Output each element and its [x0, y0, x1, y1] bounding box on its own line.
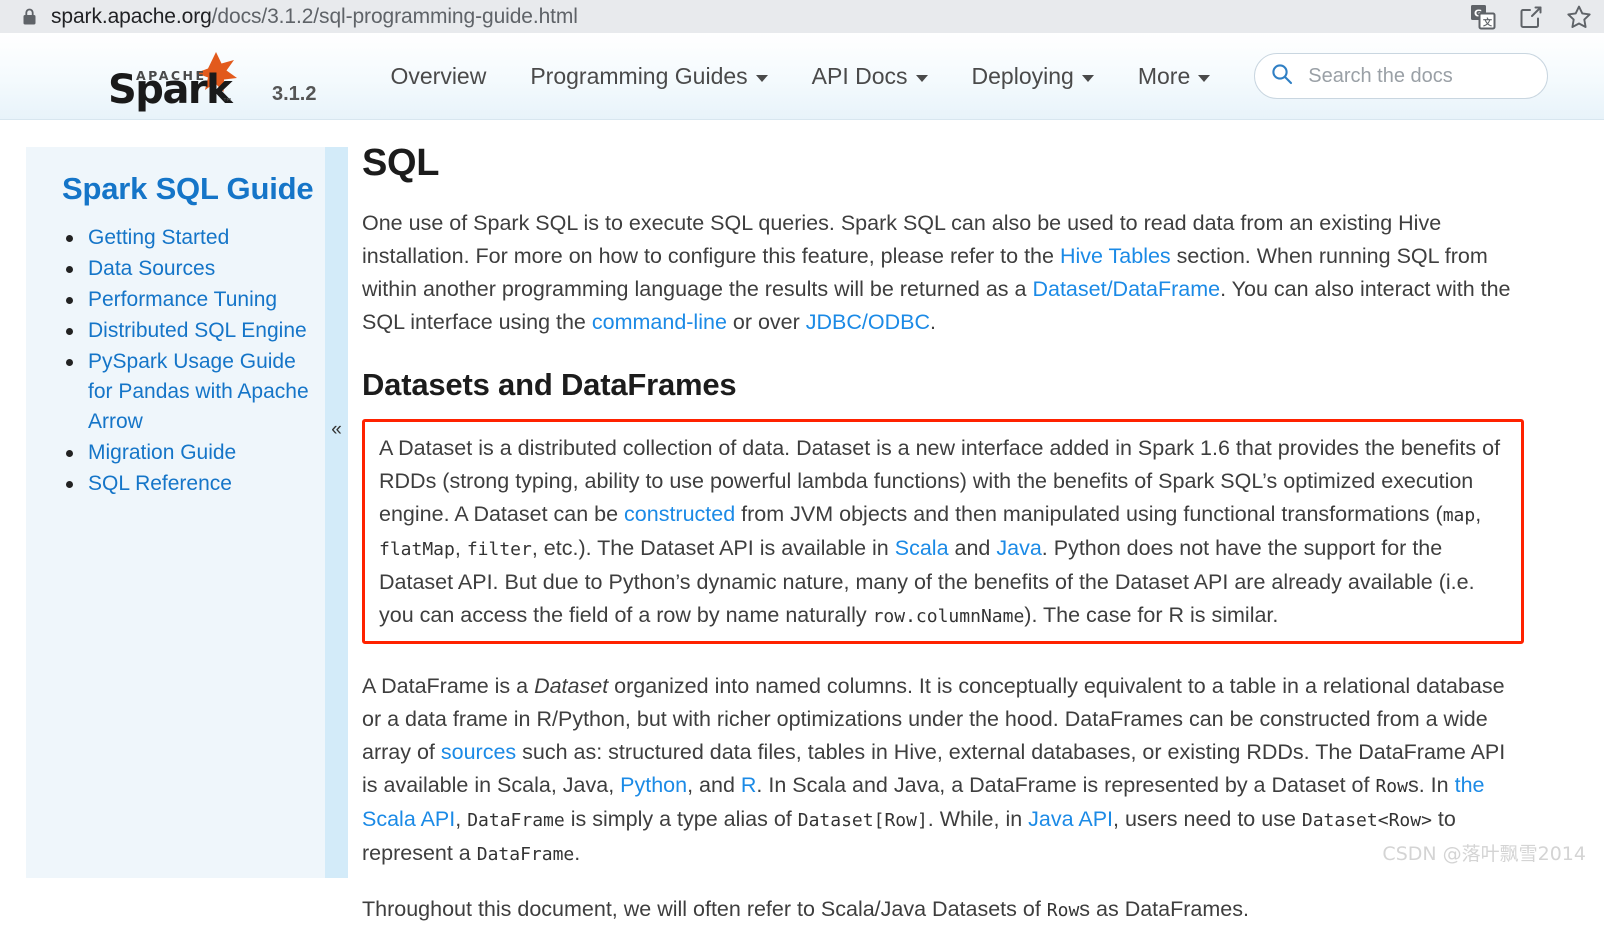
- nav-item-programming-guides[interactable]: Programming Guides: [508, 63, 789, 90]
- text-fragment: s. In: [1407, 773, 1455, 797]
- text-fragment: A DataFrame is a: [362, 674, 535, 698]
- url-path: /docs/3.1.2/sql-programming-guide.html: [211, 4, 578, 28]
- code-row: Row: [1375, 776, 1408, 797]
- share-icon[interactable]: [1518, 4, 1544, 30]
- navbar-links: Overview Programming Guides API Docs Dep…: [368, 53, 1549, 99]
- svg-text:文: 文: [1482, 16, 1493, 28]
- nav-item-deploying[interactable]: Deploying: [950, 63, 1116, 90]
- sidebar-item-migration-guide[interactable]: Migration Guide: [66, 438, 324, 468]
- page-body: Spark SQL Guide Getting Started Data Sou…: [0, 120, 1604, 921]
- nav-item-label: Overview: [390, 62, 487, 89]
- callout-paragraph: A Dataset is a distributed collection of…: [379, 432, 1507, 633]
- lock-icon: [22, 8, 37, 26]
- link-jdbc-odbc[interactable]: JDBC/ODBC: [806, 310, 930, 334]
- highlighted-callout-box: A Dataset is a distributed collection of…: [362, 419, 1524, 644]
- chevron-down-icon: [915, 74, 928, 82]
- text-fragment: from JVM objects and then manipulated us…: [735, 502, 1443, 526]
- text-fragment: ,: [1475, 502, 1482, 526]
- code-map: map: [1442, 505, 1476, 526]
- text-fragment: . In Scala and Java, a DataFrame is repr…: [756, 773, 1376, 797]
- nav-item-more[interactable]: More: [1116, 63, 1232, 90]
- spark-logo[interactable]: APACHE Spark ™ 3.1.2: [104, 48, 316, 112]
- translate-icon[interactable]: G 文: [1470, 4, 1496, 30]
- nav-item-api-docs[interactable]: API Docs: [790, 63, 950, 90]
- sidebar-item-sql-reference[interactable]: SQL Reference: [66, 469, 324, 499]
- intro-paragraph: One use of Spark SQL is to execute SQL q…: [362, 207, 1512, 339]
- link-dataset-dataframe[interactable]: Dataset/DataFrame: [1032, 277, 1220, 301]
- code-dataset-row-bracket: Dataset[Row]: [797, 810, 928, 831]
- sidebar: Spark SQL Guide Getting Started Data Sou…: [26, 147, 342, 878]
- link-hive-tables[interactable]: Hive Tables: [1060, 244, 1171, 268]
- code-dataframe-2: DataFrame: [476, 844, 575, 865]
- code-dataset-row-generic: Dataset<Row>: [1301, 810, 1432, 831]
- code-dataframe: DataFrame: [467, 810, 565, 831]
- url-text: spark.apache.org/docs/3.1.2/sql-programm…: [51, 5, 578, 29]
- link-sources[interactable]: sources: [441, 740, 516, 764]
- sidebar-item-getting-started[interactable]: Getting Started: [66, 223, 324, 253]
- link-python[interactable]: Python: [620, 773, 687, 797]
- text-fragment: , etc.). The Dataset API is available in: [531, 536, 895, 560]
- page-title: SQL: [362, 142, 440, 184]
- chevron-down-icon: [755, 74, 768, 82]
- sidebar-menu: Getting Started Data Sources Performance…: [44, 223, 324, 499]
- code-flatmap: flatMap: [379, 539, 455, 560]
- browser-toolbar: spark.apache.org/docs/3.1.2/sql-programm…: [0, 0, 1604, 33]
- link-scala[interactable]: Scala: [895, 536, 949, 560]
- closing-paragraph: Throughout this document, we will often …: [362, 893, 1512, 927]
- sidebar-item-data-sources[interactable]: Data Sources: [66, 254, 324, 284]
- text-fragment: ,: [454, 536, 467, 560]
- sidebar-resize-strip[interactable]: [325, 147, 348, 878]
- sidebar-item-pyspark-usage-guide[interactable]: PySpark Usage Guide for Pandas with Apac…: [66, 347, 324, 437]
- nav-item-label: More: [1137, 62, 1191, 89]
- code-row-3: Row: [1046, 900, 1080, 921]
- text-fragment: , and: [687, 773, 741, 797]
- sidebar-title: Spark SQL Guide: [62, 171, 314, 206]
- nav-item-overview[interactable]: Overview: [368, 63, 508, 90]
- text-fragment: is simply a type alias of: [564, 807, 798, 831]
- main-content: SQL One use of Spark SQL is to execute S…: [362, 120, 1542, 949]
- text-fragment: and: [948, 536, 997, 560]
- text-fragment: , users need to use: [1113, 807, 1302, 831]
- link-constructed[interactable]: constructed: [624, 502, 735, 526]
- search-input[interactable]: [1306, 63, 1532, 89]
- dataframe-paragraph: A DataFrame is a Dataset organized into …: [362, 670, 1512, 871]
- bookmark-star-icon[interactable]: [1566, 4, 1592, 30]
- link-r[interactable]: R: [741, 773, 757, 797]
- emphasis-dataset: Dataset: [534, 674, 609, 698]
- link-java-api[interactable]: Java API: [1028, 807, 1113, 831]
- search-box[interactable]: [1254, 53, 1549, 99]
- text-fragment: ). The case for R is similar.: [1024, 603, 1279, 627]
- url-host: spark.apache.org: [51, 4, 212, 28]
- spark-version-label: 3.1.2: [272, 83, 317, 105]
- chevron-down-icon: [1198, 74, 1211, 82]
- link-java[interactable]: Java: [996, 536, 1041, 560]
- svg-text:™: ™: [222, 96, 233, 109]
- search-icon: [1271, 63, 1293, 90]
- spark-logo-mark: APACHE Spark ™: [108, 52, 237, 112]
- text-fragment: Throughout this document, we will often …: [362, 897, 1047, 921]
- text-fragment: .: [930, 310, 936, 334]
- site-navbar: APACHE Spark ™ 3.1.2 Overview Programmin…: [0, 33, 1604, 120]
- sidebar-item-distributed-sql-engine[interactable]: Distributed SQL Engine: [66, 316, 324, 346]
- browser-action-icons: G 文: [1470, 0, 1592, 33]
- nav-item-label: Deploying: [971, 62, 1074, 89]
- link-command-line[interactable]: command-line: [592, 310, 727, 334]
- text-fragment: s as DataFrames.: [1079, 897, 1249, 921]
- chevron-down-icon: [1081, 74, 1094, 82]
- sidebar-item-performance-tuning[interactable]: Performance Tuning: [66, 285, 324, 315]
- text-fragment: . While, in: [927, 807, 1029, 831]
- nav-item-label: Programming Guides: [530, 62, 748, 89]
- svg-text:Spark: Spark: [108, 67, 234, 112]
- code-filter: filter: [466, 539, 532, 560]
- nav-item-label: API Docs: [811, 62, 908, 89]
- text-fragment: or over: [726, 310, 806, 334]
- address-bar[interactable]: spark.apache.org/docs/3.1.2/sql-programm…: [0, 0, 1582, 33]
- section-heading-datasets-and-dataframes: Datasets and DataFrames: [362, 367, 737, 402]
- code-row-columnname: row.columnName: [872, 606, 1025, 627]
- csdn-watermark: CSDN @落叶飘雪2014: [1382, 843, 1586, 865]
- sidebar-collapse-icon[interactable]: «: [325, 410, 348, 450]
- text-fragment: .: [574, 841, 581, 865]
- text-fragment: ,: [455, 807, 468, 831]
